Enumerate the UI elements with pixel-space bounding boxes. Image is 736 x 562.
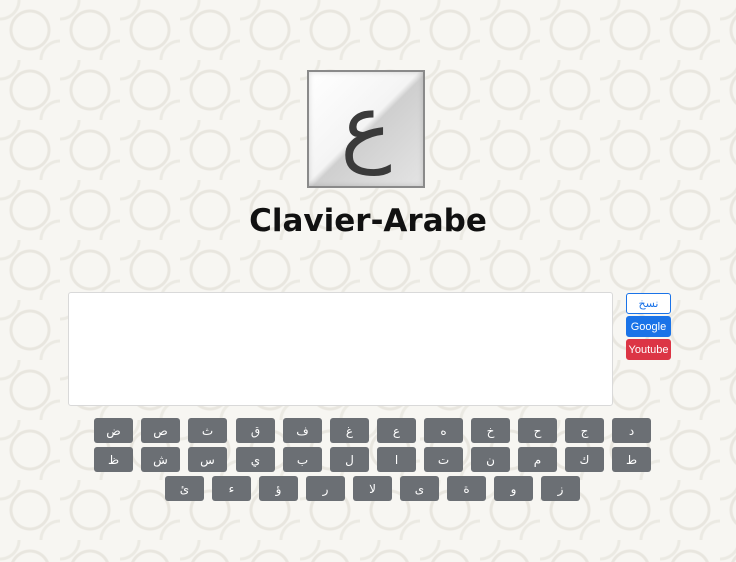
key[interactable]: خ: [471, 418, 510, 443]
google-search-button[interactable]: Google: [626, 316, 671, 337]
key[interactable]: ف: [283, 418, 322, 443]
key[interactable]: لا: [353, 476, 392, 501]
key[interactable]: ه: [424, 418, 463, 443]
key[interactable]: ط: [612, 447, 651, 472]
key[interactable]: ب: [283, 447, 322, 472]
key[interactable]: م: [518, 447, 557, 472]
page-title: Clavier-Arabe: [249, 203, 487, 239]
key[interactable]: س: [188, 447, 227, 472]
key[interactable]: ت: [424, 447, 463, 472]
key[interactable]: ج: [565, 418, 604, 443]
copy-button[interactable]: نسخ: [626, 293, 671, 314]
key[interactable]: ل: [330, 447, 369, 472]
key[interactable]: ئ: [165, 476, 204, 501]
site-logo: ع: [307, 70, 425, 188]
key[interactable]: ي: [236, 447, 275, 472]
key[interactable]: ك: [565, 447, 604, 472]
key[interactable]: ش: [141, 447, 180, 472]
key[interactable]: ء: [212, 476, 251, 501]
key[interactable]: ق: [236, 418, 275, 443]
key[interactable]: ن: [471, 447, 510, 472]
key[interactable]: ة: [447, 476, 486, 501]
logo-glyph: ع: [340, 76, 392, 176]
key[interactable]: د: [612, 418, 651, 443]
key[interactable]: ع: [377, 418, 416, 443]
key[interactable]: ى: [400, 476, 439, 501]
key[interactable]: غ: [330, 418, 369, 443]
youtube-search-button[interactable]: Youtube: [626, 339, 671, 360]
key[interactable]: ض: [94, 418, 133, 443]
key[interactable]: و: [494, 476, 533, 501]
key[interactable]: ز: [541, 476, 580, 501]
key[interactable]: ر: [306, 476, 345, 501]
key[interactable]: ح: [518, 418, 557, 443]
key[interactable]: ؤ: [259, 476, 298, 501]
key[interactable]: ص: [141, 418, 180, 443]
key[interactable]: ظ: [94, 447, 133, 472]
text-input[interactable]: [68, 292, 613, 406]
key[interactable]: ث: [188, 418, 227, 443]
key[interactable]: ا: [377, 447, 416, 472]
